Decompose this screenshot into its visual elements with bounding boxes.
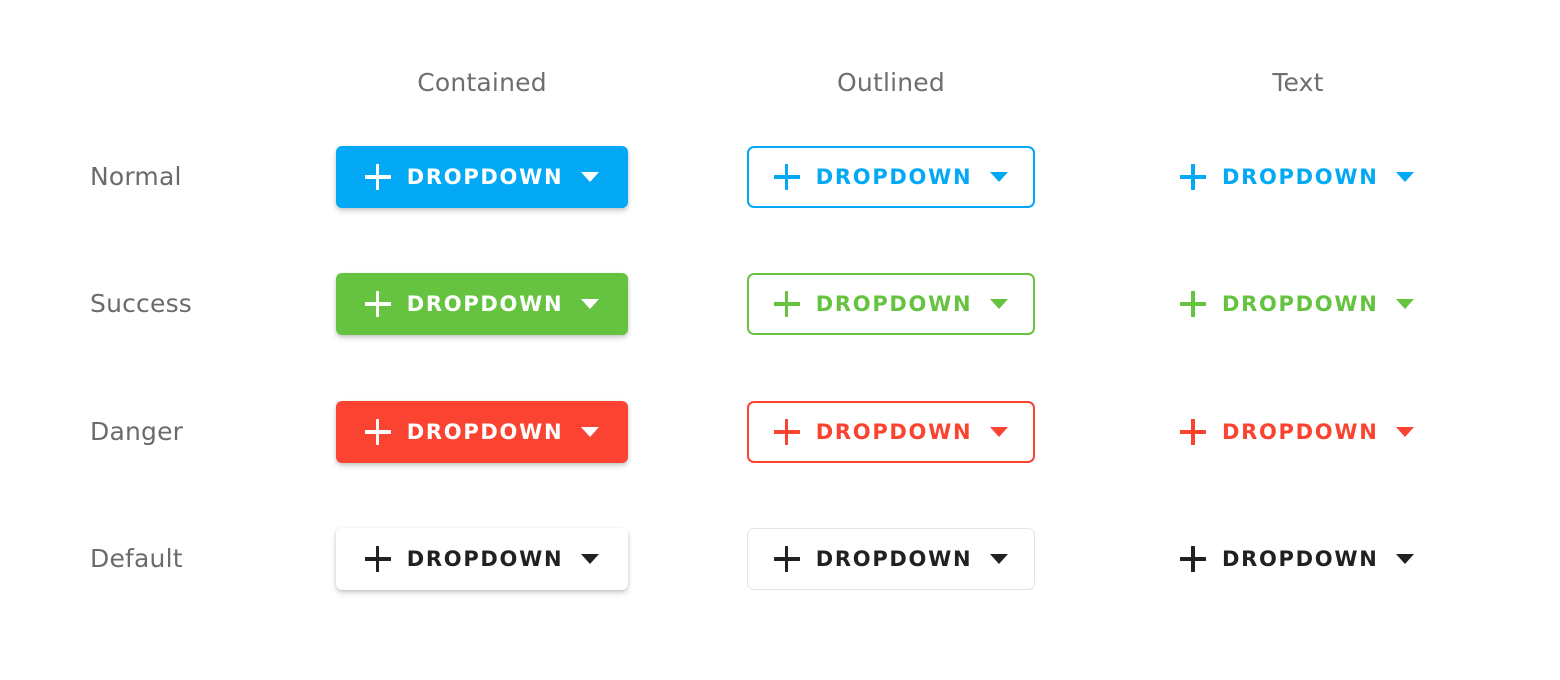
dropdown-button-success-text[interactable]: DROPDOWN	[1180, 273, 1416, 335]
dropdown-button-label: DROPDOWN	[815, 164, 973, 189]
row-normal: Normal DROPDOWN DROPDOWN DROPDOWN	[0, 146, 1560, 208]
column-header-contained: Contained	[417, 68, 547, 97]
column-header-text: Text	[1272, 68, 1324, 97]
dropdown-button-label: DROPDOWN	[815, 291, 973, 316]
row-default: Default DROPDOWN DROPDOWN DROPDOWN	[0, 528, 1560, 590]
dropdown-button-normal-contained[interactable]: DROPDOWN	[336, 146, 628, 208]
dropdown-button-danger-outlined[interactable]: DROPDOWN	[747, 401, 1035, 463]
button-content: DROPDOWN	[1180, 164, 1415, 190]
dropdown-button-label: DROPDOWN	[815, 419, 973, 444]
caret-down-icon	[1396, 299, 1415, 309]
dropdown-button-label: DROPDOWN	[1222, 291, 1379, 316]
column-header-row: Contained Outlined Text	[0, 62, 1560, 104]
dropdown-button-label: DROPDOWN	[406, 291, 564, 316]
caret-down-icon	[990, 427, 1009, 437]
caret-down-icon	[990, 172, 1009, 182]
button-content: DROPDOWN	[1180, 546, 1415, 572]
button-content: DROPDOWN	[364, 291, 600, 317]
dropdown-button-label: DROPDOWN	[406, 164, 564, 189]
dropdown-button-label: DROPDOWN	[406, 546, 564, 571]
dropdown-button-label: DROPDOWN	[406, 419, 564, 444]
caret-down-icon	[990, 299, 1009, 309]
button-content: DROPDOWN	[773, 164, 1009, 190]
plus-icon	[1180, 419, 1206, 445]
dropdown-button-default-text[interactable]: DROPDOWN	[1180, 528, 1416, 590]
caret-down-icon	[1396, 172, 1415, 182]
dropdown-button-normal-outlined[interactable]: DROPDOWN	[747, 146, 1035, 208]
caret-down-icon	[581, 299, 600, 309]
row-label-default: Default	[90, 544, 183, 573]
plus-icon	[1180, 546, 1206, 572]
dropdown-button-label: DROPDOWN	[1222, 419, 1379, 444]
caret-down-icon	[581, 172, 600, 182]
plus-icon	[364, 164, 391, 190]
caret-down-icon	[1396, 427, 1415, 437]
plus-icon	[773, 419, 800, 445]
caret-down-icon	[581, 554, 600, 564]
plus-icon	[773, 291, 800, 317]
caret-down-icon	[581, 427, 600, 437]
dropdown-button-default-outlined[interactable]: DROPDOWN	[747, 528, 1035, 590]
column-header-outlined: Outlined	[837, 68, 945, 97]
row-label-danger: Danger	[90, 417, 184, 446]
dropdown-button-label: DROPDOWN	[815, 546, 973, 571]
row-success: Success DROPDOWN DROPDOWN DROPDOWN	[0, 273, 1560, 335]
plus-icon	[1180, 164, 1206, 190]
row-danger: Danger DROPDOWN DROPDOWN DROPDOWN	[0, 401, 1560, 463]
button-content: DROPDOWN	[364, 419, 600, 445]
dropdown-button-danger-contained[interactable]: DROPDOWN	[336, 401, 628, 463]
button-content: DROPDOWN	[364, 546, 600, 572]
plus-icon	[773, 164, 800, 190]
button-content: DROPDOWN	[773, 291, 1009, 317]
plus-icon	[364, 546, 391, 572]
button-content: DROPDOWN	[773, 419, 1009, 445]
button-content: DROPDOWN	[364, 164, 600, 190]
caret-down-icon	[1396, 554, 1415, 564]
plus-icon	[1180, 291, 1206, 317]
row-label-normal: Normal	[90, 162, 182, 191]
dropdown-button-normal-text[interactable]: DROPDOWN	[1180, 146, 1416, 208]
caret-down-icon	[990, 554, 1009, 564]
plus-icon	[364, 291, 391, 317]
dropdown-button-label: DROPDOWN	[1222, 164, 1379, 189]
button-content: DROPDOWN	[773, 546, 1009, 572]
dropdown-button-danger-text[interactable]: DROPDOWN	[1180, 401, 1416, 463]
plus-icon	[773, 546, 800, 572]
dropdown-button-default-contained[interactable]: DROPDOWN	[336, 528, 628, 590]
dropdown-button-success-outlined[interactable]: DROPDOWN	[747, 273, 1035, 335]
row-label-success: Success	[90, 289, 193, 318]
button-variant-matrix: Contained Outlined Text Normal DROPDOWN …	[0, 0, 1560, 680]
dropdown-button-label: DROPDOWN	[1222, 546, 1379, 571]
button-content: DROPDOWN	[1180, 291, 1415, 317]
dropdown-button-success-contained[interactable]: DROPDOWN	[336, 273, 628, 335]
button-content: DROPDOWN	[1180, 419, 1415, 445]
plus-icon	[364, 419, 391, 445]
